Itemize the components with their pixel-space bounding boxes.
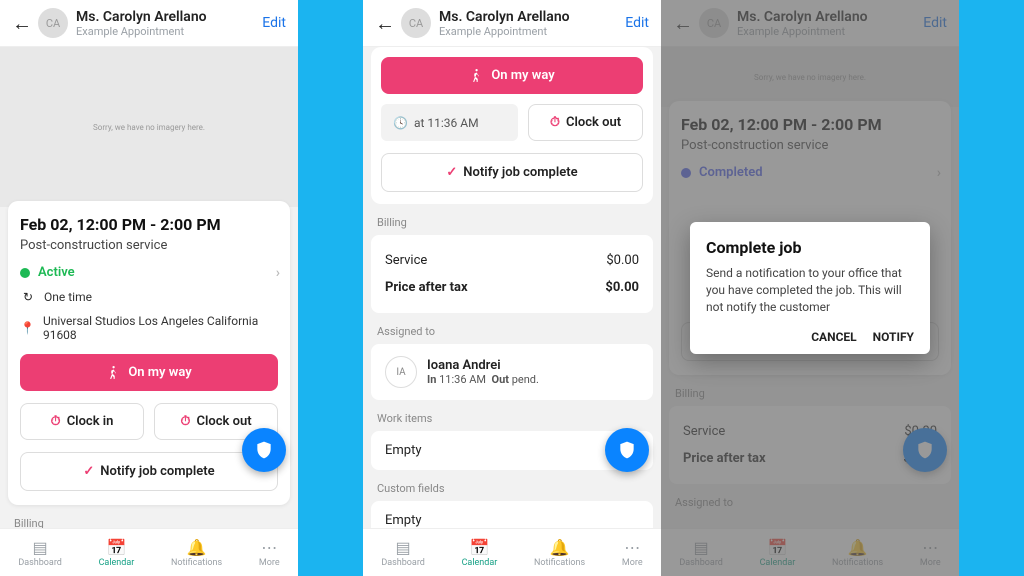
tab-more[interactable]: ⋯More: [622, 538, 643, 568]
fab-shield-button[interactable]: [605, 428, 649, 472]
walk-icon: [469, 69, 483, 83]
assignee-name: Ioana Andrei: [427, 358, 539, 373]
map-pin-icon: 📍: [20, 321, 35, 335]
header-1: ← CA Ms. Carolyn Arellano Example Appoin…: [0, 0, 298, 47]
tab-calendar[interactable]: 📅Calendar: [99, 538, 135, 568]
status-row[interactable]: Active ›: [20, 265, 278, 280]
clock-out-icon: ⏱: [550, 115, 560, 130]
notify-complete-label: Notify job complete: [100, 464, 214, 479]
tabbar: ▤Dashboard 📅Calendar 🔔Notifications ⋯Mor…: [363, 528, 661, 576]
tab-calendar[interactable]: 📅Calendar: [462, 538, 498, 568]
appointment-subtitle: Example Appointment: [76, 25, 262, 38]
clock-in-button[interactable]: ⏱ Clock in: [20, 403, 144, 440]
notify-complete-button[interactable]: ✓ Notify job complete: [381, 153, 643, 192]
chevron-right-icon: ›: [276, 265, 280, 281]
appointment-subtitle: Example Appointment: [439, 25, 625, 38]
tab-more[interactable]: ⋯More: [259, 538, 280, 568]
address-text: Universal Studios Los Angeles California…: [43, 314, 278, 342]
bell-icon: 🔔: [187, 538, 207, 557]
clock-out-icon: ⏱: [180, 414, 190, 429]
fab-shield-button[interactable]: [242, 428, 286, 472]
recurrence-label: One time: [44, 290, 92, 304]
edit-link[interactable]: Edit: [262, 15, 286, 31]
clock-in-icon: ⏱: [51, 414, 61, 429]
assigned-label: Assigned to: [363, 313, 661, 344]
assignee-card[interactable]: IA Ioana Andrei In 11:36 AM Out pend.: [371, 344, 653, 400]
body-1: Sorry, we have no imagery here. Feb 02, …: [0, 47, 298, 528]
calendar-icon: 📅: [106, 538, 126, 557]
complete-job-dialog: Complete job Send a notification to your…: [690, 222, 930, 353]
assignee-avatar: IA: [385, 356, 417, 388]
map-placeholder[interactable]: Sorry, we have no imagery here.: [0, 47, 298, 207]
dialog-cancel-button[interactable]: CANCEL: [811, 330, 856, 344]
back-icon[interactable]: ←: [375, 11, 395, 36]
status-dot-icon: [20, 268, 30, 278]
shield-icon: [254, 440, 274, 460]
header-2: ← CA Ms. Carolyn Arellano Example Appoin…: [363, 0, 661, 47]
check-icon: ✓: [83, 464, 94, 479]
body-2: On my way 🕓 at 11:36 AM ⏱ Clock out ✓ No…: [363, 47, 661, 528]
tab-notifications[interactable]: 🔔Notifications: [534, 538, 585, 568]
on-my-way-label: On my way: [128, 365, 191, 380]
tab-notifications[interactable]: 🔔Notifications: [171, 538, 222, 568]
clocked-in-pill: 🕓 at 11:36 AM: [381, 104, 518, 141]
dialog-body: Send a notification to your office that …: [706, 265, 914, 315]
customer-name: Ms. Carolyn Arellano: [439, 9, 625, 25]
dialog-title: Complete job: [706, 238, 914, 257]
billing-label: Billing: [0, 505, 298, 528]
check-icon: ✓: [446, 165, 457, 180]
tab-dashboard[interactable]: ▤Dashboard: [381, 538, 425, 568]
repeat-icon: ↻: [20, 290, 36, 304]
edit-link[interactable]: Edit: [625, 15, 649, 31]
job-datetime: Feb 02, 12:00 PM - 2:00 PM: [20, 215, 278, 234]
custom-fields-card[interactable]: Empty: [371, 501, 653, 528]
notify-complete-button[interactable]: ✓ Notify job complete: [20, 452, 278, 491]
tab-dashboard[interactable]: ▤Dashboard: [18, 538, 62, 568]
work-items-label: Work items: [363, 400, 661, 431]
on-my-way-button[interactable]: On my way: [20, 354, 278, 391]
customer-name: Ms. Carolyn Arellano: [76, 9, 262, 25]
shield-icon: [617, 440, 637, 460]
dashboard-icon: ▤: [33, 538, 48, 557]
recurrence-row: ↻ One time: [20, 290, 278, 304]
modal-overlay[interactable]: Complete job Send a notification to your…: [661, 0, 959, 576]
clock-out-label: Clock out: [197, 414, 252, 429]
avatar[interactable]: CA: [38, 8, 68, 38]
more-icon: ⋯: [261, 538, 277, 557]
dialog-notify-button[interactable]: NOTIFY: [873, 330, 914, 344]
clock-icon: 🕓: [393, 116, 408, 130]
clock-row: ⏱ Clock in ⏱ Clock out: [20, 391, 278, 440]
clock-out-button[interactable]: ⏱ Clock out: [528, 104, 643, 141]
tabbar: ▤Dashboard 📅Calendar 🔔Notifications ⋯Mor…: [0, 528, 298, 576]
status-label: Active: [38, 265, 75, 280]
back-icon[interactable]: ←: [12, 11, 32, 36]
address-row[interactable]: 📍 Universal Studios Los Angeles Californ…: [20, 314, 278, 342]
clock-in-label: Clock in: [67, 414, 114, 429]
custom-fields-label: Custom fields: [363, 470, 661, 501]
billing-label: Billing: [363, 204, 661, 235]
walk-icon: [106, 366, 120, 380]
billing-card[interactable]: Service$0.00 Price after tax$0.00: [371, 235, 653, 313]
job-service: Post-construction service: [20, 238, 278, 253]
header-text: Ms. Carolyn Arellano Example Appointment: [76, 9, 262, 38]
avatar[interactable]: CA: [401, 8, 431, 38]
on-my-way-button[interactable]: On my way: [381, 57, 643, 94]
assignee-times: In 11:36 AM Out pend.: [427, 373, 539, 386]
